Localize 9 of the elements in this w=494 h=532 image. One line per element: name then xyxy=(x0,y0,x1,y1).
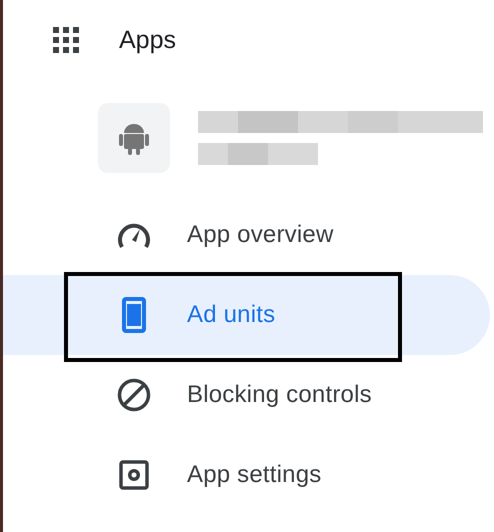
nav-item[interactable]: Blocking controls xyxy=(3,355,490,435)
nav-item[interactable]: App settings xyxy=(3,435,490,515)
nav-item[interactable]: App overview xyxy=(3,195,490,275)
apps-grid-icon[interactable] xyxy=(53,27,79,53)
nav-item[interactable]: Ad units xyxy=(3,275,490,355)
settings-icon xyxy=(119,460,149,490)
phone-icon xyxy=(122,297,146,333)
section-title: Apps xyxy=(119,26,176,54)
block-icon xyxy=(117,378,151,412)
